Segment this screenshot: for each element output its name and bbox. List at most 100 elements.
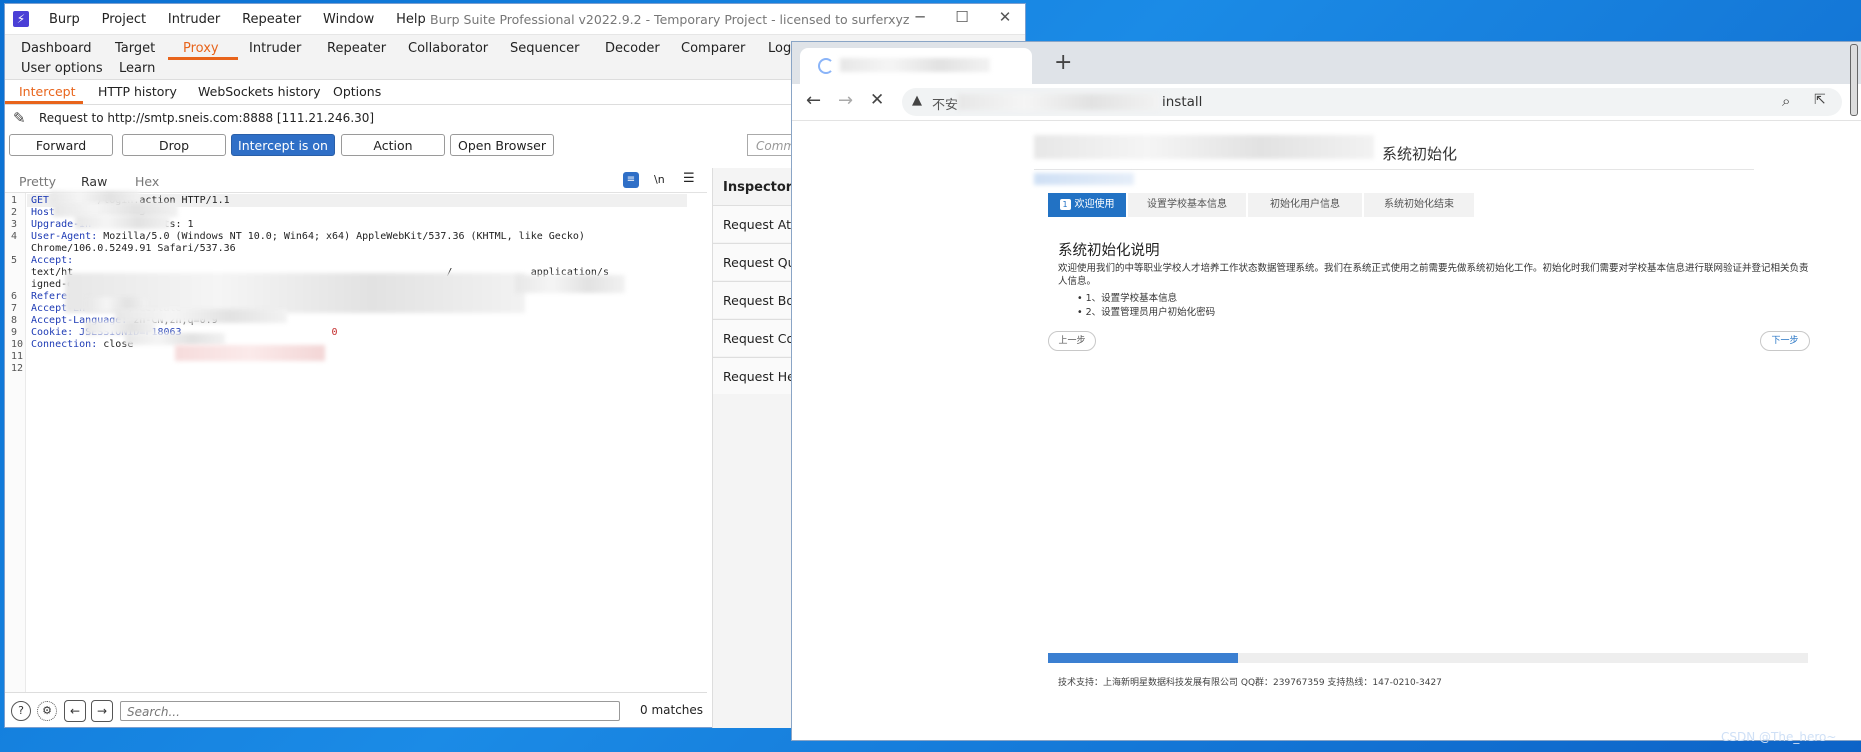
intercept-underline	[5, 101, 83, 104]
drop-button[interactable]: Drop	[122, 134, 226, 156]
tab-hex[interactable]: Hex	[135, 174, 159, 189]
action-button[interactable]: Action	[341, 134, 445, 156]
redaction-blur	[1034, 135, 1374, 159]
line-number: 6	[11, 291, 18, 302]
redaction-blur	[75, 215, 170, 229]
tab-collaborator[interactable]: Collaborator	[408, 41, 488, 56]
inspector-request-headers[interactable]: Request Head	[713, 357, 793, 394]
cookie-tail: 0	[331, 327, 338, 338]
newline-toggle[interactable]: \n	[654, 173, 665, 186]
new-tab-button[interactable]: +	[1054, 50, 1072, 75]
inspector-request-query[interactable]: Request Query	[713, 243, 793, 280]
prev-step-button[interactable]: 上一步	[1048, 331, 1096, 351]
menu-help[interactable]: Help	[396, 12, 426, 27]
menu-intruder[interactable]: Intruder	[168, 12, 220, 27]
tab-dashboard[interactable]: Dashboard	[21, 41, 92, 56]
tab-pretty[interactable]: Pretty	[19, 174, 56, 189]
header-name: Host	[31, 207, 56, 218]
help-icon[interactable]: ?	[11, 701, 31, 721]
tab-user-options[interactable]: User options	[21, 61, 103, 76]
close-icon[interactable]: ✕	[990, 8, 1020, 26]
share-icon[interactable]: ⇱	[1814, 92, 1826, 108]
line-number: 2	[11, 207, 18, 218]
editor-search-bar: ? ⚙ ← → Search... 0 matches	[5, 692, 707, 727]
tab-http-history[interactable]: HTTP history	[98, 84, 177, 99]
burp-logo-icon: ⚡	[13, 11, 29, 27]
step-welcome[interactable]: 1 欢迎使用	[1048, 193, 1126, 217]
active-tab-underline	[168, 57, 238, 60]
menu-window[interactable]: Window	[323, 12, 374, 27]
tab-comparer[interactable]: Comparer	[681, 41, 745, 56]
step-user-info[interactable]: 初始化用户信息	[1248, 193, 1362, 217]
open-browser-button[interactable]: Open Browser	[450, 134, 554, 156]
step-label: 欢迎使用	[1074, 199, 1115, 210]
loading-spinner-icon	[818, 58, 834, 74]
menu-project[interactable]: Project	[102, 12, 146, 27]
inspector-title: Inspector	[723, 180, 793, 195]
intercept-toggle-button[interactable]: Intercept is on	[231, 134, 335, 156]
forward-arrow-icon[interactable]: →	[91, 700, 113, 722]
back-arrow-icon[interactable]: ←	[64, 700, 86, 722]
header-name: Accept:	[31, 255, 74, 266]
tab-repeater[interactable]: Repeater	[327, 41, 386, 56]
zoom-icon[interactable]: ⌕	[1782, 92, 1790, 110]
browser-window: + ← → ✕ ▲ 不安 install ⌕ ⇱ 系统初始化 1 欢迎使用 设置学…	[792, 42, 1861, 740]
request-target: Request to http://smtp.sneis.com:8888 [1…	[39, 111, 375, 125]
menu-burp[interactable]: Burp	[49, 12, 80, 27]
tab-decoder[interactable]: Decoder	[605, 41, 660, 56]
header-name: User-Agent:	[31, 231, 98, 242]
scrollbar-thumb[interactable]	[1850, 44, 1858, 116]
redaction-blur	[1034, 173, 1134, 185]
line-number: 7	[11, 303, 18, 314]
address-bar[interactable]: ▲ 不安 install ⌕ ⇱	[902, 88, 1842, 116]
list-item-text: 1、设置学校基本信息	[1085, 293, 1178, 304]
step-school-info[interactable]: 设置学校基本信息	[1128, 193, 1246, 217]
tab-options[interactable]: Options	[333, 84, 381, 99]
tab-target[interactable]: Target	[115, 41, 155, 56]
list-item: • 1、设置学校基本信息	[1077, 293, 1178, 304]
back-icon[interactable]: ←	[806, 90, 821, 111]
page-footer: 技术支持：上海新明星数据科技发展有限公司 QQ群：239767359 支持热线：…	[1058, 678, 1442, 688]
tab-websockets-history[interactable]: WebSockets history	[198, 84, 321, 99]
tab-intruder[interactable]: Intruder	[249, 41, 301, 56]
maximize-icon[interactable]: ☐	[947, 8, 977, 26]
inspector-request-body[interactable]: Request Body	[713, 281, 793, 318]
stop-loading-icon[interactable]: ✕	[870, 90, 884, 110]
pretty-format-icon[interactable]: ≡	[623, 172, 639, 188]
tab-sequencer[interactable]: Sequencer	[510, 41, 579, 56]
line-number: 5	[11, 255, 18, 266]
step-finish[interactable]: 系统初始化结束	[1364, 193, 1474, 217]
inspector-request-attributes[interactable]: Request Attrib	[713, 205, 793, 242]
warning-icon: ▲	[912, 93, 922, 108]
search-input[interactable]: Search...	[120, 701, 620, 721]
code-line: Accept:	[31, 255, 73, 266]
editor-view-tabs: Pretty Raw Hex ≡ \n ☰	[5, 168, 707, 192]
burp-titlebar: ⚡ Burp Project Intruder Repeater Window …	[5, 4, 1025, 35]
forward-button[interactable]: Forward	[9, 134, 113, 156]
security-label: 不安	[932, 98, 959, 113]
code-line: User-Agent: Mozilla/5.0 (Windows NT 10.0…	[31, 231, 585, 242]
inspector-panel: Inspector Request Attrib Request Query R…	[712, 168, 793, 728]
header-value: Mozilla/5.0 (Windows NT 10.0; Win64; x64…	[97, 231, 585, 242]
tab-learn[interactable]: Learn	[119, 61, 155, 76]
settings-gear-icon[interactable]: ⚙	[37, 701, 57, 721]
redaction-blur	[175, 345, 325, 361]
forward-icon[interactable]: →	[838, 90, 853, 111]
section-title: 系统初始化说明	[1058, 243, 1160, 259]
redaction-blur	[958, 94, 1158, 110]
editor-menu-icon[interactable]: ☰	[683, 171, 695, 186]
line-number: 9	[11, 327, 18, 338]
title-divider	[1034, 169, 1754, 170]
url-path: install	[1162, 94, 1203, 110]
inspector-request-cookies[interactable]: Request Cook	[713, 319, 793, 356]
progress-fill	[1048, 653, 1238, 663]
tab-raw[interactable]: Raw	[81, 174, 107, 189]
next-step-button[interactable]: 下一步	[1760, 331, 1810, 351]
menu-repeater[interactable]: Repeater	[242, 12, 301, 27]
minimize-icon[interactable]: ─	[905, 8, 935, 26]
tab-intercept[interactable]: Intercept	[19, 84, 75, 99]
request-editor[interactable]: 1GET /login.action HTTP/1.12Host 33Upgra…	[5, 191, 707, 693]
line-number: 8	[11, 315, 18, 326]
browser-tab-active[interactable]	[800, 48, 1032, 84]
tab-proxy[interactable]: Proxy	[183, 41, 219, 56]
